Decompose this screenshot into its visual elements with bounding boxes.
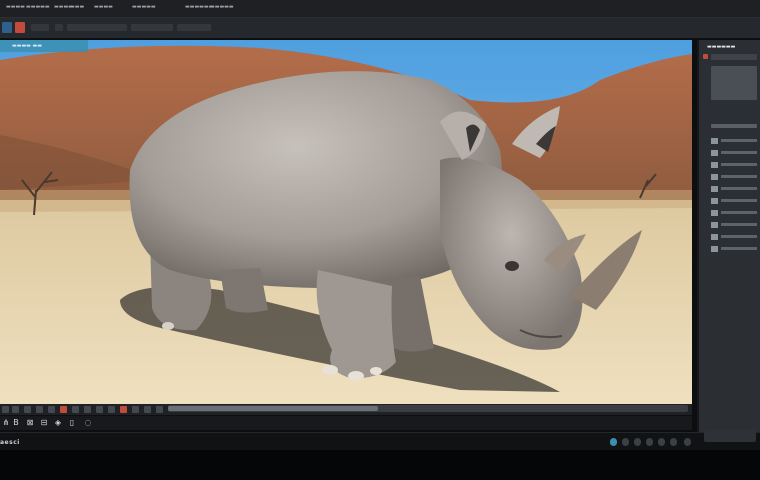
menu-item[interactable]: ▬▬▬▬ <box>94 4 113 10</box>
status-icon[interactable] <box>72 406 79 413</box>
toolbar <box>0 18 760 39</box>
status-icon[interactable] <box>96 406 103 413</box>
panel-title: ▬▬▬▬▬▬ <box>707 44 736 50</box>
layers-panel: ▬▬▬▬▬▬ <box>697 40 760 446</box>
status-icon[interactable] <box>36 406 43 413</box>
layer-thumbnail[interactable] <box>711 234 718 240</box>
image-canvas[interactable] <box>0 40 692 404</box>
status-icon[interactable] <box>156 406 163 413</box>
layer-thumbnail[interactable] <box>711 198 718 204</box>
layer-thumbnail[interactable] <box>711 246 718 252</box>
panel-option-icon[interactable] <box>703 54 708 59</box>
bottom-icon[interactable] <box>670 438 677 446</box>
layer-thumbnail[interactable] <box>711 174 718 180</box>
layer-thumbnail[interactable] <box>711 162 718 168</box>
bottom-bar <box>0 432 760 451</box>
menu-bar: ▬▬▬▬ ▬▬▬▬▬ ▬▬▬▬ ▬▬▬ ▬▬▬▬ ▬▬▬▬▬ ▬▬▬▬▬▬ ▬▬… <box>0 0 760 18</box>
tool-strip: ⋔ B ⊠ ⊟ ◈ ▯ ◌ <box>0 416 692 430</box>
footer-strip <box>0 450 760 480</box>
scrollbar-thumb[interactable] <box>168 406 378 411</box>
tool-icon[interactable]: ◈ <box>54 418 62 428</box>
layer-row[interactable] <box>721 199 757 202</box>
toolbar-control[interactable] <box>67 24 127 31</box>
red-square-icon[interactable] <box>15 22 25 33</box>
toolbar-control[interactable] <box>55 24 63 31</box>
layer-row[interactable] <box>721 151 757 154</box>
tool-icon[interactable]: ◌ <box>84 418 92 428</box>
record-icon[interactable] <box>120 406 127 413</box>
bottom-icon[interactable] <box>634 438 641 446</box>
toolbar-control[interactable] <box>177 24 211 31</box>
horizontal-scrollbar[interactable] <box>168 405 688 412</box>
tool-icon[interactable]: ⊠ <box>26 418 34 428</box>
status-icon[interactable] <box>84 406 91 413</box>
menu-item[interactable]: ▬▬▬▬ <box>6 4 25 10</box>
status-icon[interactable] <box>144 406 151 413</box>
layer-row[interactable] <box>721 235 757 238</box>
layer-thumbnail[interactable] <box>711 150 718 156</box>
toolbar-control[interactable] <box>31 24 49 31</box>
layer-thumbnail[interactable] <box>711 210 718 216</box>
menu-item[interactable]: ▬▬▬▬▬ <box>26 4 50 10</box>
document-icon[interactable] <box>2 22 12 33</box>
layer-row[interactable] <box>721 223 757 226</box>
layer-row[interactable] <box>721 139 757 142</box>
panel-preview <box>711 66 757 100</box>
layer-thumbnail[interactable] <box>711 138 718 144</box>
panel-option[interactable] <box>711 54 757 60</box>
layer-thumbnail[interactable] <box>711 222 718 228</box>
document-tab[interactable]: ▬▬▬▬ ▬▬ <box>0 40 88 52</box>
rhino-artwork <box>0 40 692 404</box>
layer-row[interactable] <box>721 211 757 214</box>
status-icon[interactable] <box>24 406 31 413</box>
layer-row[interactable] <box>721 247 757 250</box>
layer-thumbnail[interactable] <box>711 186 718 192</box>
bold-icon[interactable]: B <box>12 418 20 428</box>
bottom-field[interactable] <box>704 430 756 442</box>
play-icon[interactable] <box>610 438 617 446</box>
record-icon[interactable] <box>60 406 67 413</box>
menu-item[interactable]: ▬▬▬▬▬ <box>132 4 156 10</box>
status-icon[interactable] <box>132 406 139 413</box>
toolbar-control[interactable] <box>131 24 173 31</box>
status-icon[interactable] <box>108 406 115 413</box>
layer-row[interactable] <box>721 187 757 190</box>
tool-icon[interactable]: ▯ <box>68 418 76 428</box>
bottom-icon[interactable] <box>684 438 691 446</box>
bottom-icon[interactable] <box>646 438 653 446</box>
status-icon[interactable] <box>48 406 55 413</box>
status-icon[interactable] <box>2 406 9 413</box>
layer-row[interactable] <box>721 163 757 166</box>
bottom-icon[interactable] <box>622 438 629 446</box>
brand-label: aesci <box>0 439 20 446</box>
bottom-icon[interactable] <box>658 438 665 446</box>
menu-item[interactable]: ▬▬▬▬▬ <box>210 4 234 10</box>
status-icon[interactable] <box>12 406 19 413</box>
tool-icon[interactable]: ⋔ <box>2 418 10 428</box>
layer-row[interactable] <box>721 175 757 178</box>
panel-header <box>711 124 757 128</box>
menu-item[interactable]: ▬▬▬ <box>70 4 84 10</box>
tool-icon[interactable]: ⊟ <box>40 418 48 428</box>
